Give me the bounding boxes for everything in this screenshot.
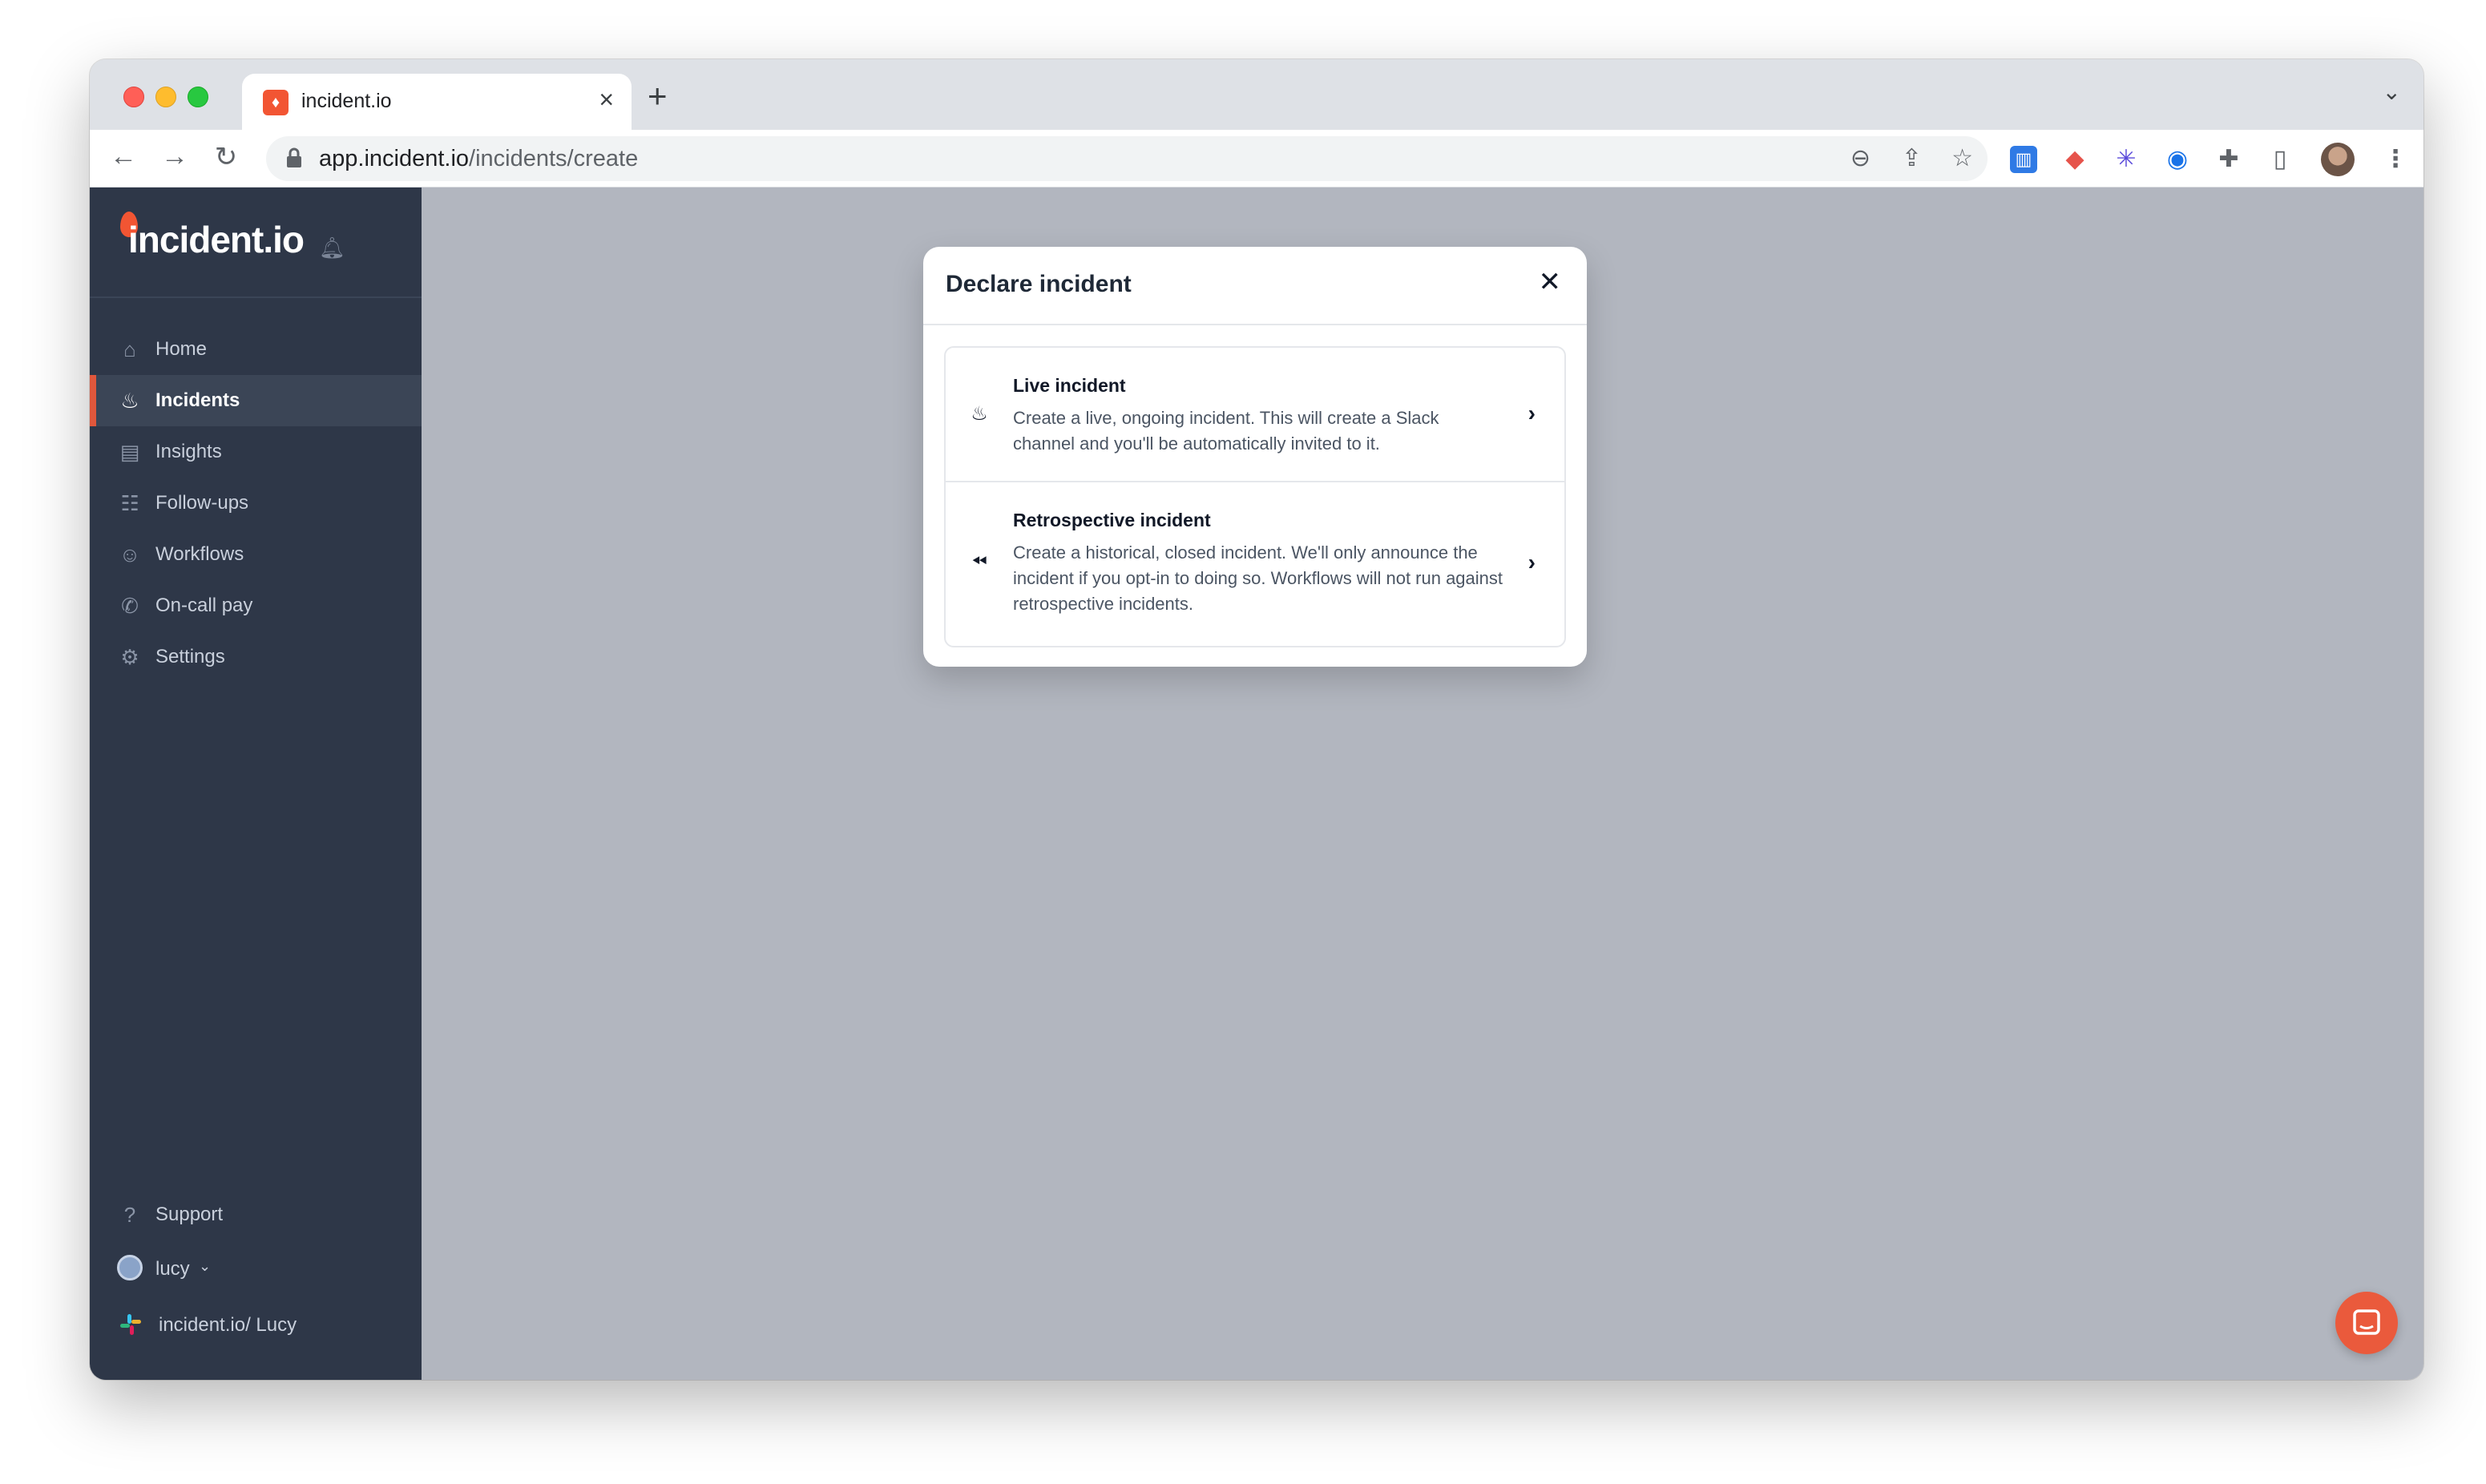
chat-icon: [2353, 1309, 2380, 1335]
flame-icon: ♨: [120, 389, 139, 413]
incident-type-options: ♨ Live incident Create a live, ongoing i…: [944, 346, 1566, 647]
minimize-window-button[interactable]: [155, 87, 176, 107]
option-description: Create a historical, closed incident. We…: [1013, 542, 1503, 614]
modal-divider: [923, 324, 1587, 325]
sidebar-item-label: Follow-ups: [155, 492, 249, 514]
tab-title: incident.io: [301, 90, 392, 112]
user-name: lucy: [155, 1258, 190, 1280]
sidebar-item-label: Insights: [155, 441, 222, 462]
sidebar: incident.io 🔔︎ ⌂ Home ♨ Incidents ▤ Insi…: [90, 188, 422, 1380]
browser-titlebar: ♦ incident.io × + ⌄: [90, 59, 2423, 130]
intercom-extension-icon[interactable]: ▥: [2010, 146, 2037, 173]
password-extension-icon[interactable]: ◉: [2164, 146, 2191, 173]
option-title: Live incident: [1013, 375, 1126, 396]
reload-button[interactable]: ↻: [208, 141, 244, 173]
robot-icon: ☺: [119, 542, 141, 567]
declare-incident-modal: Declare incident ✕ ♨ Live incident Creat…: [923, 247, 1587, 667]
workspace-switcher[interactable]: incident.io/ Lucy: [90, 1306, 422, 1346]
extension-asterisk-icon[interactable]: ✳: [2113, 146, 2140, 173]
close-window-button[interactable]: [123, 87, 144, 107]
browser-toolbar: ← → ↻ app.incident.io/incidents/create ⊖…: [90, 130, 2423, 188]
gear-icon: ⚙: [120, 645, 139, 669]
chat-launcher-button[interactable]: [2335, 1292, 2398, 1354]
retrospective-incident-option[interactable]: ⏪︎ Retrospective incident Create a histo…: [946, 482, 1564, 646]
flame-icon: ♨: [971, 403, 988, 425]
chart-icon: ▤: [119, 440, 140, 464]
sidebar-item-workflows[interactable]: ☺ Workflows: [90, 529, 422, 580]
sidebar-item-label: Home: [155, 338, 208, 360]
sidebar-item-insights[interactable]: ▤ Insights: [90, 426, 422, 478]
incident-flame-icon: ♦: [263, 90, 289, 115]
chevron-down-icon: ⌄: [199, 1258, 212, 1274]
sidebar-item-label: Support: [155, 1204, 224, 1225]
extensions-puzzle-icon[interactable]: ✚: [2215, 146, 2242, 173]
main-content-overlay[interactable]: Declare incident ✕ ♨ Live incident Creat…: [422, 188, 2423, 1380]
user-avatar: [117, 1255, 143, 1280]
logo-text: incident.io: [128, 219, 305, 260]
profile-avatar[interactable]: [2321, 143, 2355, 176]
modal-title: Declare incident: [946, 271, 1132, 297]
user-menu[interactable]: lucy ⌄: [90, 1250, 422, 1290]
workspace-label: incident.io/ Lucy: [159, 1314, 297, 1336]
browser-menu-icon[interactable]: ⋮: [2382, 146, 2409, 173]
forward-button[interactable]: →: [157, 141, 192, 172]
bell-icon[interactable]: 🔔︎: [319, 236, 345, 260]
sidebar-item-label: Incidents: [155, 389, 240, 411]
checklist-icon: ☷: [120, 491, 139, 515]
url-host: app.incident.io: [319, 146, 470, 171]
app-root: incident.io 🔔︎ ⌂ Home ♨ Incidents ▤ Insi…: [90, 188, 2423, 1380]
option-title: Retrospective incident: [1013, 510, 1211, 530]
rewind-icon: ⏪︎: [971, 551, 987, 573]
address-bar[interactable]: app.incident.io/incidents/create ⊖ ⇪ ☆: [266, 136, 1988, 181]
tab-search-chevron-icon[interactable]: ⌄: [2383, 79, 2401, 105]
browser-window: ♦ incident.io × + ⌄ ← → ↻ app.incident.i…: [90, 59, 2423, 1380]
sidebar-item-on-call-pay[interactable]: ✆ On-call pay: [90, 580, 422, 631]
maximize-window-button[interactable]: [188, 87, 208, 107]
option-description: Create a live, ongoing incident. This wi…: [1013, 408, 1439, 454]
browser-tab[interactable]: ♦ incident.io ×: [242, 74, 632, 130]
zoom-icon[interactable]: ⊖: [1850, 144, 1871, 172]
share-icon[interactable]: ⇪: [1902, 144, 1922, 172]
chevron-right-icon: ›: [1528, 550, 1536, 575]
close-icon[interactable]: ✕: [1539, 266, 1562, 298]
sidebar-item-settings[interactable]: ⚙ Settings: [90, 631, 422, 683]
side-panel-icon[interactable]: ▯: [2266, 146, 2294, 173]
tab-close-icon[interactable]: ×: [599, 85, 614, 115]
sidebar-item-follow-ups[interactable]: ☷ Follow-ups: [90, 478, 422, 529]
new-tab-button[interactable]: +: [648, 77, 668, 115]
sidebar-item-label: On-call pay: [155, 595, 253, 616]
home-icon: ⌂: [123, 337, 136, 361]
sidebar-item-support[interactable]: ? Support: [90, 1189, 422, 1240]
sidebar-divider: [90, 296, 422, 298]
help-circle-icon: ?: [123, 1203, 136, 1227]
extension-icon[interactable]: ◆: [2061, 146, 2088, 173]
bookmark-star-icon[interactable]: ☆: [1951, 144, 1973, 172]
chevron-right-icon: ›: [1528, 401, 1536, 425]
back-button[interactable]: ←: [106, 141, 141, 172]
sidebar-item-home[interactable]: ⌂ Home: [90, 324, 422, 375]
url-path: /incidents/create: [469, 146, 639, 171]
phone-icon: ✆: [121, 594, 139, 618]
live-incident-option[interactable]: ♨ Live incident Create a live, ongoing i…: [946, 348, 1564, 482]
lock-icon: [287, 147, 301, 167]
sidebar-item-incidents[interactable]: ♨ Incidents: [90, 375, 422, 426]
sidebar-item-label: Settings: [155, 646, 225, 667]
url-text: app.incident.io/incidents/create: [319, 146, 638, 172]
sidebar-item-label: Workflows: [155, 543, 244, 565]
slack-icon: [120, 1314, 141, 1335]
